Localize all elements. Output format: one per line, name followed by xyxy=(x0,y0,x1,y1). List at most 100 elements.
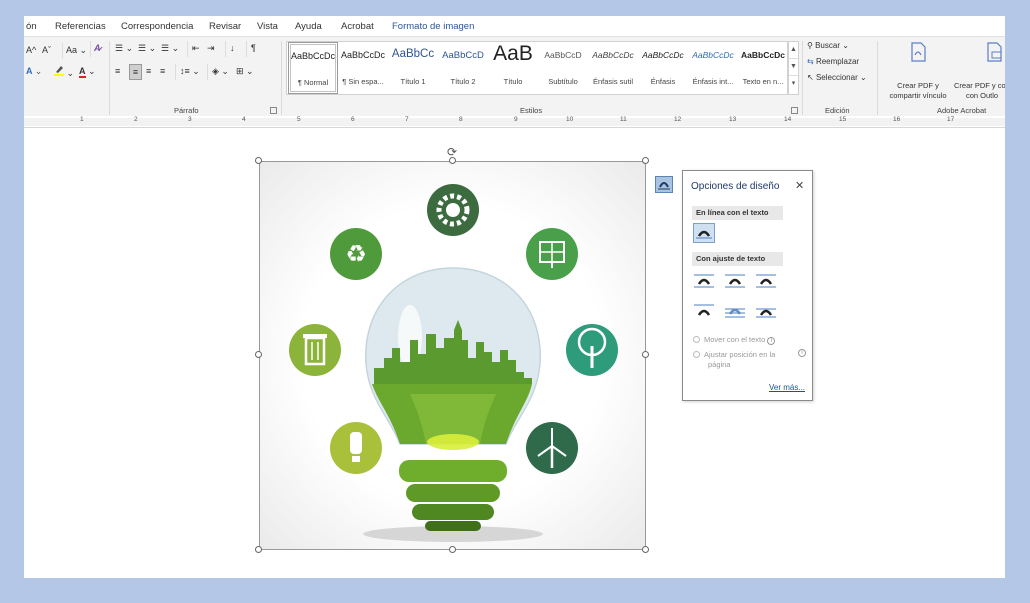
scroll-down-button[interactable]: ▼ xyxy=(789,59,798,76)
move-with-text-option[interactable]: Mover con el texto i xyxy=(693,335,776,345)
scroll-up-button[interactable]: ▲ xyxy=(789,42,798,59)
cursor-icon: ↖ xyxy=(807,73,814,82)
resize-handle-right[interactable] xyxy=(642,351,649,358)
align-right-button[interactable]: ≡ xyxy=(146,64,151,80)
wrap-tight-icon xyxy=(725,274,745,288)
style-strong[interactable]: AaBbCcDc Texto en n... xyxy=(738,42,788,94)
style-heading-1[interactable]: AaBbCc Título 1 xyxy=(388,42,438,94)
sort-button[interactable]: ↓ xyxy=(225,41,235,57)
tab-correspondencia[interactable]: Correspondencia xyxy=(121,21,193,32)
wrap-square-icon xyxy=(694,274,714,288)
document-page[interactable]: ⟳ ♻ Opciones de diseño ✕ En línea con el… xyxy=(24,129,1005,578)
grow-font-button[interactable]: A^ xyxy=(26,43,36,59)
resize-handle-top[interactable] xyxy=(449,157,456,164)
resize-handle-bottom-left[interactable] xyxy=(255,546,262,553)
shading-button[interactable]: ◈ ⌄ xyxy=(207,64,229,80)
align-center-button[interactable]: ≡ xyxy=(129,64,142,80)
tab-ayuda[interactable]: Ayuda xyxy=(295,21,322,32)
create-pdf-outlook-button[interactable]: Crear PDF y co con Outlo xyxy=(954,81,1005,101)
style-sample: AaBbCcDc xyxy=(340,50,385,60)
font-color-button[interactable]: A ⌄ xyxy=(79,64,96,80)
move-with-text-label: Mover con el texto xyxy=(704,335,766,344)
tab-insercion[interactable]: ón xyxy=(26,21,37,32)
tab-vista[interactable]: Vista xyxy=(257,21,278,32)
style-heading-2[interactable]: AaBbCcD Título 2 xyxy=(438,42,488,94)
tab-revisar[interactable]: Revisar xyxy=(209,21,241,32)
justify-button[interactable]: ≡ xyxy=(160,64,165,80)
wrap-tight-option[interactable] xyxy=(724,271,746,291)
styles-dialog-launcher[interactable] xyxy=(791,107,798,114)
style-subtitle[interactable]: AaBbCcD Subtítulo xyxy=(538,42,588,94)
style-name: Texto en n... xyxy=(742,77,784,86)
resize-handle-top-right[interactable] xyxy=(642,157,649,164)
align-left-icon: ≡ xyxy=(115,66,121,76)
shrink-font-button[interactable]: Aˇ xyxy=(42,43,51,59)
wrap-behind-text-icon xyxy=(725,308,745,318)
tab-formato-de-imagen[interactable]: Formato de imagen xyxy=(392,21,474,32)
eco-lightbulb-illustration: ♻ xyxy=(289,184,618,542)
style-emphasis[interactable]: AaBbCcDc Énfasis xyxy=(638,42,688,94)
style-normal[interactable]: AaBbCcDc ¶ Normal xyxy=(288,42,338,94)
clear-formatting-button[interactable]: A̷ xyxy=(90,41,101,57)
select-button[interactable]: ↖ Seleccionar ⌄ xyxy=(807,71,867,87)
text-effects-button[interactable]: A ⌄ xyxy=(26,64,42,80)
wrap-through-icon xyxy=(756,274,776,288)
style-title[interactable]: AaB Título xyxy=(488,42,538,94)
wrap-behind-text-option[interactable] xyxy=(724,301,746,321)
tab-acrobat[interactable]: Acrobat xyxy=(341,21,374,32)
increase-indent-button[interactable]: ⇥ xyxy=(207,41,215,57)
show-marks-button[interactable]: ¶ xyxy=(246,41,256,57)
style-name: Subtítulo xyxy=(548,77,578,86)
wrap-in-front-option[interactable] xyxy=(755,301,777,321)
layout-options-button[interactable] xyxy=(655,176,673,193)
wrap-inline-option[interactable] xyxy=(693,223,715,243)
wrap-inline-icon xyxy=(696,230,712,239)
borders-button[interactable]: ⊞ ⌄ xyxy=(236,64,254,80)
create-pdf-outlook-line1: Crear PDF y co xyxy=(954,81,1005,90)
wrap-through-option[interactable] xyxy=(755,271,777,291)
ribbon-tabs: ón Referencias Correspondencia Revisar V… xyxy=(24,16,1005,36)
see-more-link[interactable]: Ver más... xyxy=(769,383,805,392)
create-pdf-link-button[interactable]: Crear PDF y compartir vínculo xyxy=(882,81,954,101)
resize-handle-top-left[interactable] xyxy=(255,157,262,164)
paragraph-dialog-launcher[interactable] xyxy=(270,107,277,114)
decrease-indent-button[interactable]: ⇤ xyxy=(187,41,200,57)
replace-button[interactable]: ⇆ Reemplazar xyxy=(807,55,859,71)
style-intense-emphasis[interactable]: AaBbCcDc Énfasis int... xyxy=(688,42,738,94)
line-spacing-button[interactable]: ↕≡ ⌄ xyxy=(175,64,200,80)
wrap-top-bottom-option[interactable] xyxy=(693,301,715,321)
wrap-square-option[interactable] xyxy=(693,271,715,291)
tree-icon xyxy=(566,324,618,376)
close-icon[interactable]: ✕ xyxy=(795,179,804,192)
change-case-button[interactable]: Aa ⌄ xyxy=(62,43,87,59)
marker-icon xyxy=(54,64,64,76)
highlight-button[interactable]: ⌄ xyxy=(54,64,74,80)
gallery-more-button[interactable]: ▾ xyxy=(789,76,798,93)
find-button[interactable]: ⚲ Buscar ⌄ xyxy=(807,39,849,55)
style-sample: AaBbCcDc xyxy=(290,51,335,61)
selected-image[interactable]: ♻ xyxy=(259,161,646,550)
resize-handle-bottom[interactable] xyxy=(449,546,456,553)
bullets-button[interactable]: ☰ ⌄ xyxy=(115,41,133,57)
group-separator xyxy=(109,41,110,115)
align-left-button[interactable]: ≡ xyxy=(115,64,120,80)
multilevel-list-button[interactable]: ☰ ⌄ xyxy=(161,41,179,57)
resize-handle-bottom-right[interactable] xyxy=(642,546,649,553)
fix-position-option[interactable]: Ajustar posición en la xyxy=(693,350,775,359)
tab-referencias[interactable]: Referencias xyxy=(55,21,106,32)
style-no-spacing[interactable]: AaBbCcDc ¶ Sin espa... xyxy=(338,42,388,94)
style-sample: AaBbCc xyxy=(391,48,435,60)
style-subtle-emphasis[interactable]: AaBbCcDc Énfasis sutil xyxy=(588,42,638,94)
chevron-down-icon: ⌄ xyxy=(88,66,96,76)
create-pdf-link-line1: Crear PDF y xyxy=(897,81,939,90)
horizontal-ruler[interactable]: 1 2 3 4 5 6 7 8 9 10 11 12 13 14 15 16 1… xyxy=(24,116,1005,128)
change-case-label: Aa xyxy=(66,45,78,55)
ruler-number: 9 xyxy=(514,116,518,123)
numbering-button[interactable]: ☰ ⌄ xyxy=(138,41,156,57)
layout-options-panel: Opciones de diseño ✕ En línea con el tex… xyxy=(682,170,813,401)
wrap-top-bottom-icon xyxy=(694,304,714,316)
style-name: Título 2 xyxy=(450,77,476,86)
resize-handle-left[interactable] xyxy=(255,351,262,358)
chevron-down-icon: ⌄ xyxy=(79,45,88,55)
font-color-icon: A xyxy=(79,66,86,78)
